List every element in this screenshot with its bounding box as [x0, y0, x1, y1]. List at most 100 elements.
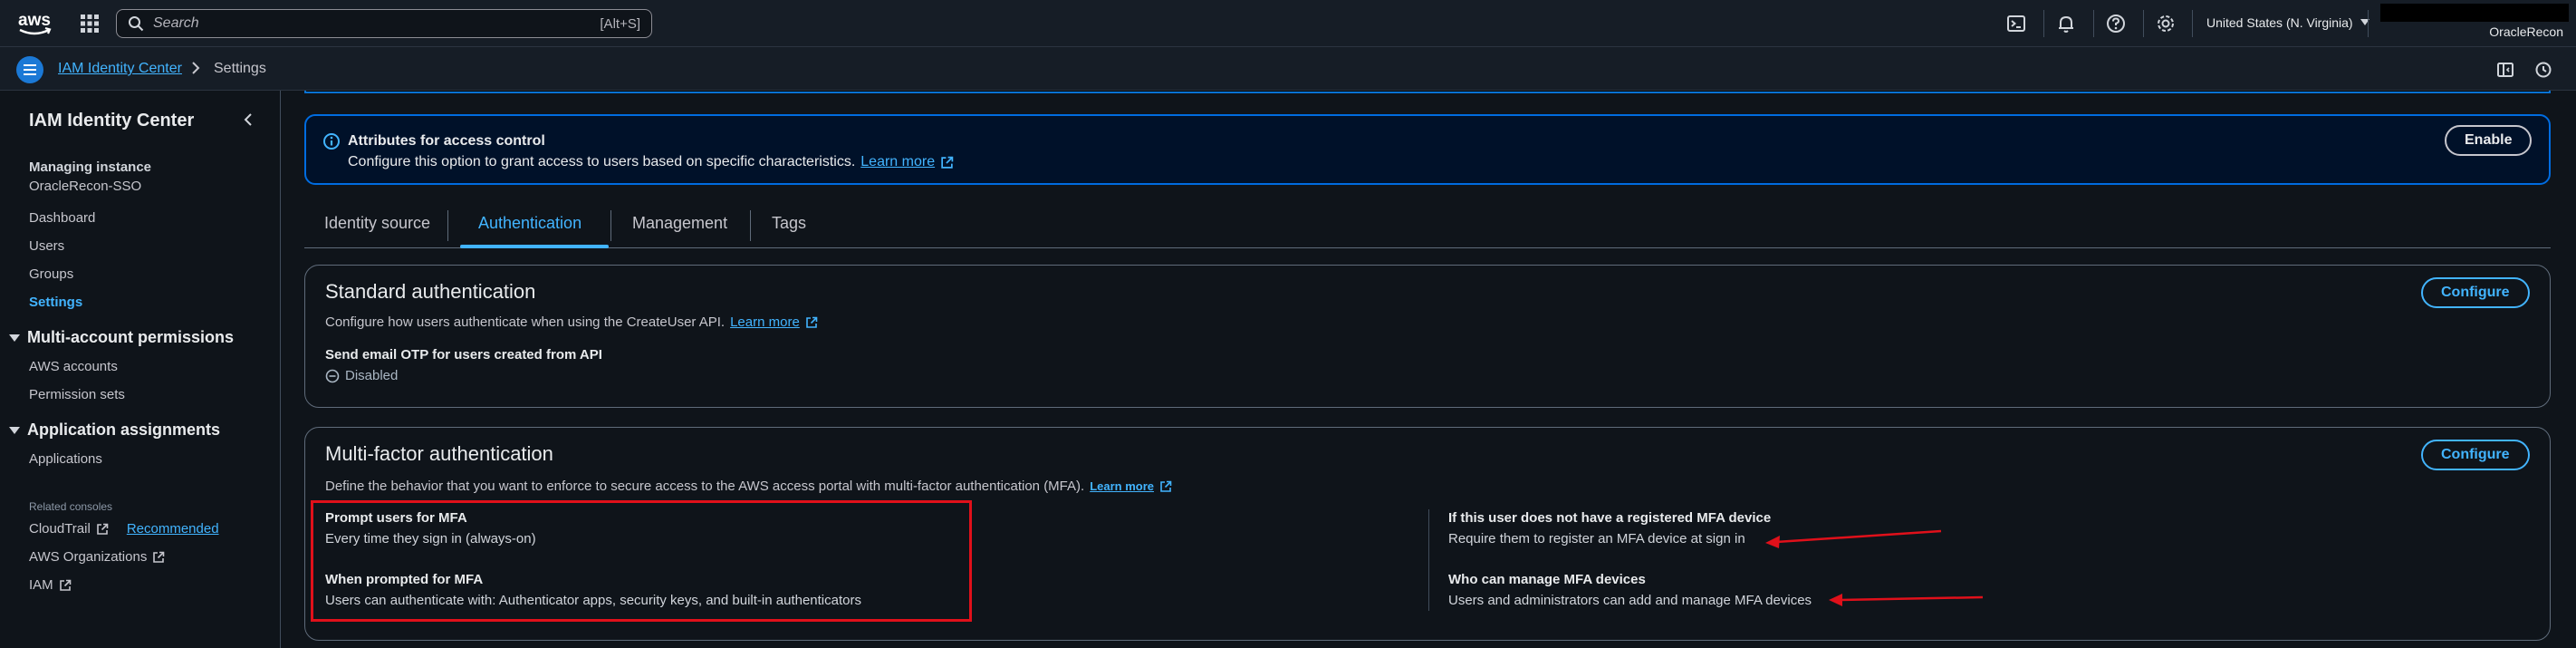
search-icon [128, 15, 144, 32]
related-cloudtrail[interactable]: CloudTrail Recommended [29, 521, 219, 537]
related-label: IAM [29, 577, 53, 593]
external-link-icon [805, 316, 818, 329]
nav-divider [2143, 10, 2144, 37]
gear-icon[interactable] [2156, 14, 2176, 34]
aws-logo-icon[interactable]: aws [16, 9, 54, 38]
tab-management[interactable]: Management [632, 214, 727, 233]
external-link-icon [1159, 480, 1172, 493]
related-label: CloudTrail [29, 521, 91, 537]
nav-divider [2368, 10, 2369, 37]
section-multi-account-permissions[interactable]: Multi-account permissions [9, 328, 234, 347]
tab-tags[interactable]: Tags [772, 214, 806, 233]
redacted-account-block [2380, 4, 2569, 22]
info-description: Configure this option to grant access to… [348, 154, 856, 169]
related-aws-organizations[interactable]: AWS Organizations [29, 549, 165, 565]
search-box: [Alt+S] [116, 9, 652, 38]
tab-divider [447, 210, 448, 241]
sidebar-item-users[interactable]: Users [29, 238, 64, 254]
annotation-arrow-icon [1829, 594, 1984, 606]
prompt-mfa-value: Every time they sign in (always-on) [325, 531, 536, 546]
standard-authentication-card: Standard authentication Configure Config… [304, 265, 2551, 408]
panel-toggle-icon[interactable] [2496, 61, 2514, 79]
no-device-value: Require them to register an MFA device a… [1448, 531, 1745, 546]
related-label: AWS Organizations [29, 549, 148, 565]
region-label: United States (N. Virginia) [2206, 15, 2353, 30]
related-consoles-label: Related consoles [29, 500, 113, 513]
sidebar-item-permission-sets[interactable]: Permission sets [29, 387, 125, 402]
active-tab-indicator [460, 245, 609, 248]
prompted-mfa-label: When prompted for MFA [325, 572, 484, 587]
external-link-icon [152, 551, 165, 564]
learn-more-link[interactable]: Learn more [860, 154, 935, 170]
breadcrumb-link[interactable]: IAM Identity Center [58, 61, 182, 77]
sidebar-item-aws-accounts[interactable]: AWS accounts [29, 359, 118, 374]
managing-instance-label: Managing instance [29, 160, 152, 175]
sidebar-item-dashboard[interactable]: Dashboard [29, 210, 95, 226]
mfa-card: Multi-factor authentication Configure De… [304, 427, 2551, 641]
top-navigation: aws [Alt+S] United States (N. Virginia) [0, 0, 2576, 47]
annotation-arrow-icon [1765, 529, 1942, 548]
help-icon[interactable] [2106, 14, 2126, 34]
otp-setting-value: Disabled [325, 368, 398, 383]
info-alert: Attributes for access control Configure … [304, 114, 2551, 185]
prompt-mfa-label: Prompt users for MFA [325, 510, 467, 526]
account-menu[interactable]: OracleRecon [2489, 24, 2563, 39]
menu-toggle-button[interactable] [16, 56, 43, 83]
breadcrumb-bar: IAM Identity Center Settings [0, 47, 2576, 91]
section-application-assignments[interactable]: Application assignments [9, 421, 220, 440]
info-title: Attributes for access control [348, 133, 545, 149]
external-link-icon [96, 523, 109, 536]
search-input[interactable] [153, 15, 588, 32]
disabled-status-icon [325, 369, 340, 383]
card-title: Standard authentication [325, 280, 536, 303]
search-shortcut: [Alt+S] [600, 15, 640, 32]
description-text: Define the behavior that you want to enf… [325, 479, 1085, 494]
sidebar-item-groups[interactable]: Groups [29, 266, 73, 282]
prompted-mfa-value: Users can authenticate with: Authenticat… [325, 593, 861, 608]
sidebar-item-applications[interactable]: Applications [29, 451, 102, 467]
settings-tabs: Identity source Authentication Managemen… [304, 205, 2551, 248]
services-grid-icon[interactable] [80, 14, 100, 34]
section-title: Multi-account permissions [27, 328, 235, 346]
close-sidebar-icon[interactable] [243, 112, 254, 127]
cloudshell-icon[interactable] [2006, 14, 2026, 34]
aws-logo-text: aws [18, 11, 51, 30]
configure-standard-auth-button[interactable]: Configure [2421, 277, 2530, 308]
related-iam[interactable]: IAM [29, 577, 72, 593]
recommended-badge[interactable]: Recommended [127, 521, 219, 537]
info-text-row: Configure this option to grant access to… [348, 154, 954, 170]
region-selector[interactable]: United States (N. Virginia) [2206, 15, 2369, 30]
bell-icon[interactable] [2056, 14, 2076, 34]
hamburger-icon [23, 63, 37, 76]
tab-authentication[interactable]: Authentication [478, 214, 582, 233]
configure-mfa-button[interactable]: Configure [2421, 440, 2530, 470]
chevron-right-icon [190, 62, 201, 74]
external-link-icon [940, 156, 954, 169]
sidebar-title[interactable]: IAM Identity Center [29, 111, 194, 131]
nav-divider [2043, 10, 2044, 37]
breadcrumb-current: Settings [214, 61, 266, 76]
card-description: Configure how users authenticate when us… [325, 314, 818, 330]
tab-divider [750, 210, 751, 241]
learn-more-link[interactable]: Learn more [730, 314, 800, 330]
sidebar-item-settings[interactable]: Settings [29, 295, 82, 310]
instance-name: OracleRecon-SSO [29, 179, 142, 194]
info-icon [322, 132, 341, 150]
nav-divider [2192, 10, 2193, 37]
tab-divider [610, 210, 611, 241]
nav-divider [2093, 10, 2094, 37]
otp-setting-label: Send email OTP for users created from AP… [325, 347, 602, 363]
caret-down-icon [9, 334, 20, 343]
tab-identity-source[interactable]: Identity source [324, 214, 430, 233]
description-text: Configure how users authenticate when us… [325, 314, 726, 330]
manage-devices-value: Users and administrators can add and man… [1448, 593, 1812, 608]
external-link-icon [59, 579, 72, 592]
history-icon[interactable] [2534, 61, 2552, 79]
scrolled-container-edge [304, 91, 2551, 93]
enable-button[interactable]: Enable [2445, 125, 2533, 156]
column-divider [1428, 509, 1429, 611]
status-text: Disabled [345, 368, 399, 383]
no-device-label: If this user does not have a registered … [1448, 510, 1772, 526]
caret-down-icon [9, 426, 20, 435]
learn-more-link[interactable]: Learn more [1090, 479, 1154, 493]
